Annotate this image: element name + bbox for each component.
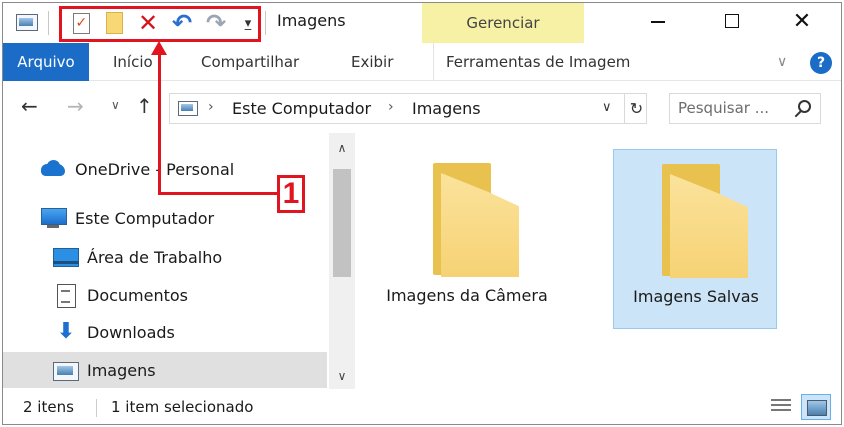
maximize-icon: [725, 14, 739, 28]
search-input[interactable]: [678, 99, 788, 117]
tab-compartilhar[interactable]: Compartilhar: [189, 43, 311, 81]
scroll-up-arrow-icon[interactable]: ∧: [329, 141, 355, 155]
item-count: 2 itens: [23, 398, 74, 416]
refresh-icon[interactable]: ↻: [624, 94, 648, 123]
toolbar-separator: [48, 11, 49, 35]
details-view-icon[interactable]: [769, 396, 793, 418]
nav-item-label: OneDrive - Personal: [75, 159, 235, 179]
search-icon[interactable]: [792, 100, 812, 118]
callout-number-badge: 1: [277, 175, 305, 213]
minimize-icon: [651, 21, 665, 23]
ribbon-tabs: Arquivo Início Compartilhar Exibir Ferra…: [3, 43, 841, 81]
breadcrumb-chevron-icon[interactable]: ›: [388, 99, 394, 115]
nav-item-label: Documentos: [87, 285, 189, 305]
help-icon[interactable]: ?: [810, 52, 832, 74]
tab-exibir[interactable]: Exibir: [339, 43, 405, 81]
maximize-button[interactable]: [699, 3, 765, 39]
callout-line: [158, 47, 161, 195]
back-arrow-icon[interactable]: ←: [21, 94, 38, 118]
nav-item-imagens[interactable]: Imagens: [3, 352, 327, 388]
onedrive-icon: [41, 158, 67, 180]
folder-tile-imagens-salvas[interactable]: Imagens Salvas: [613, 149, 777, 329]
breadcrumb-imagens[interactable]: Imagens: [412, 99, 481, 118]
forward-arrow-icon[interactable]: →: [67, 94, 84, 118]
nav-item-area-de-trabalho[interactable]: Área de Trabalho: [3, 239, 327, 275]
minimize-button[interactable]: [625, 3, 691, 39]
large-icons-view-icon[interactable]: [801, 394, 831, 420]
status-separator: [96, 399, 97, 417]
callout-arrowhead: [151, 41, 167, 55]
folder-label: Imagens da Câmera: [386, 286, 548, 305]
documents-icon: [53, 284, 79, 308]
expand-ribbon-chevron-icon[interactable]: ∨: [777, 54, 787, 70]
tab-ferramentas-de-imagem[interactable]: Ferramentas de Imagem: [433, 43, 642, 81]
quick-access-highlight-box: [59, 6, 261, 42]
navigation-pane: OneDrive - Personal Este Computador Área…: [3, 133, 355, 389]
recent-locations-chevron-icon[interactable]: ∨: [111, 98, 120, 112]
close-icon: ✕: [792, 8, 812, 34]
address-bar[interactable]: › Este Computador › Imagens ∨ ↻: [169, 93, 647, 124]
nav-item-label: Downloads: [87, 322, 175, 342]
nav-pane-scrollbar[interactable]: ∧ ∨: [329, 133, 355, 389]
nav-item-label: Área de Trabalho: [87, 247, 223, 267]
pictures-icon: [53, 359, 79, 381]
scroll-thumb[interactable]: [333, 169, 351, 277]
callout-line: [158, 192, 278, 195]
nav-item-label: Este Computador: [75, 208, 215, 228]
nav-item-downloads[interactable]: ⬇ Downloads: [3, 314, 327, 350]
address-dropdown-icon[interactable]: ∨: [602, 100, 612, 115]
navigation-bar: ← → ∨ ↑ › Este Computador › Imagens ∨ ↻: [3, 81, 841, 133]
window-title: Imagens: [277, 11, 346, 30]
breadcrumb-chevron-icon[interactable]: ›: [208, 99, 214, 115]
manage-context-tab[interactable]: Gerenciar: [422, 3, 584, 43]
breadcrumb-este-computador[interactable]: Este Computador: [232, 99, 371, 118]
close-button[interactable]: ✕: [769, 3, 835, 39]
folder-icon: [662, 164, 748, 278]
folder-label: Imagens Salvas: [633, 287, 759, 306]
desktop-icon: [53, 246, 79, 268]
nav-item-documentos[interactable]: Documentos: [3, 277, 327, 313]
status-bar: 2 itens 1 item selecionado: [3, 389, 841, 424]
tab-arquivo[interactable]: Arquivo: [3, 43, 89, 81]
up-arrow-icon[interactable]: ↑: [136, 94, 153, 118]
pictures-location-icon: [178, 101, 198, 116]
scroll-down-arrow-icon[interactable]: ∨: [329, 369, 355, 383]
selection-count: 1 item selecionado: [111, 398, 254, 416]
search-box[interactable]: [669, 93, 821, 124]
nav-item-label: Imagens: [87, 360, 156, 380]
title-bar: ✕ ↶ ↷ ▾̲ Imagens Gerenciar ✕: [3, 3, 841, 43]
content-pane: Imagens da Câmera Imagens Salvas: [355, 133, 841, 389]
folder-icon: [433, 163, 519, 277]
file-explorer-window: ✕ ↶ ↷ ▾̲ Imagens Gerenciar ✕ Arquivo Iní…: [2, 2, 842, 425]
window-system-icon[interactable]: [16, 14, 38, 31]
title-separator: [265, 11, 266, 35]
computer-icon: [41, 207, 67, 229]
folder-tile-imagens-da-camera[interactable]: Imagens da Câmera: [385, 149, 549, 329]
downloads-icon: ⬇: [56, 319, 76, 344]
